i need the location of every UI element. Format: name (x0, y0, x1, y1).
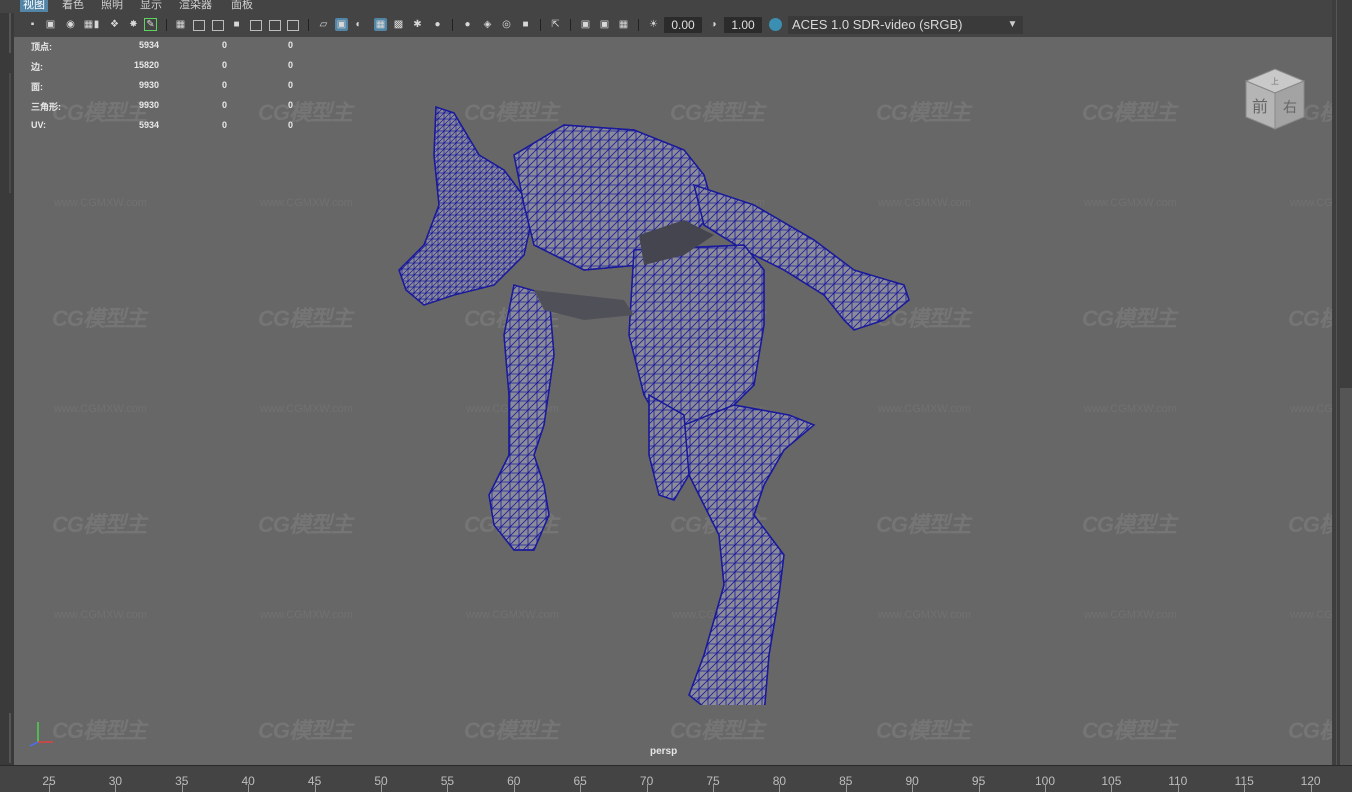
anti-aliasing-icon[interactable]: ◎ (500, 18, 513, 31)
color-space-dropdown[interactable]: ACES 1.0 SDR-video (sRGB) ▼ (788, 16, 1023, 34)
xray-icon[interactable]: ▣ (579, 18, 592, 31)
watermark-url: www.CGMXW.com (1290, 609, 1332, 621)
viewport-toolbar: ▪ ▣ ◉ ▦ ▮ ❖ ✸ ✎ ▦ ■ ▱ ▣ ◐ ▦ ▩ ✱ ● ● ◈ ◎ … (14, 13, 1334, 37)
gamma-field[interactable]: 1.00 (724, 17, 762, 33)
screen-space-ao-icon[interactable]: ● (461, 18, 474, 31)
depth-of-field-icon[interactable]: ■ (519, 18, 532, 31)
camera-select-icon[interactable]: ▪ (26, 18, 39, 31)
time-slider[interactable]: 25 30 35 40 45 50 55 60 65 70 75 80 85 90 95 100 105 110 1… (0, 765, 1352, 792)
gate-mask-icon[interactable]: ■ (230, 18, 243, 31)
watermark-logo: CG模型主 (52, 718, 147, 743)
watermark-url: www.CGMXW.com (1084, 609, 1177, 621)
watermark-logo: CG模型主 (258, 512, 353, 537)
werewolf-mesh-wireframe[interactable] (384, 95, 924, 705)
watermark-logo: CG模型主 (670, 718, 765, 743)
view-cube-top-label: 上 (1271, 77, 1279, 86)
watermark-logo: CG模型主 (52, 306, 147, 331)
watermark-url: www.CGMXW.com (1290, 403, 1332, 415)
resolution-gate-icon[interactable] (212, 20, 224, 31)
right-panel-strip (1332, 0, 1352, 765)
watermark-logo: CG模型主 (1082, 100, 1177, 125)
color-space-label: ACES 1.0 SDR-video (sRGB) (792, 17, 963, 32)
default-material-icon[interactable]: ◐ (352, 18, 365, 31)
watermark-url: www.CGMXW.com (54, 403, 147, 415)
camera-attributes-icon[interactable]: ▣ (44, 18, 57, 31)
view-cube-front-label: 前 (1252, 97, 1268, 116)
watermark-logo: CG模型主 (1288, 512, 1332, 537)
field-chart-icon[interactable] (250, 20, 262, 31)
watermark-url: www.CGMXW.com (260, 609, 353, 621)
watermark-logo: CG模型主 (258, 718, 353, 743)
view-cube[interactable]: 上 前 右 (1240, 65, 1310, 135)
xray-active-components-icon[interactable]: ▣ (598, 18, 611, 31)
chevron-down-icon: ▼ (1007, 19, 1018, 30)
menu-show[interactable]: 显示 (137, 0, 165, 12)
2d-pan-zoom-icon[interactable]: ❖ (108, 18, 121, 31)
3d-viewport[interactable]: CG模型主 CG模型主 CG模型主 CG模型主 CG模型主 CG模型主 CG模型主 CG模型主… (14, 37, 1332, 765)
film-gate-icon[interactable] (193, 20, 205, 31)
watermark-logo: CG模型主 (464, 718, 559, 743)
xray-joints-icon[interactable]: ▦ (617, 18, 630, 31)
wireframe-icon[interactable]: ▱ (317, 18, 330, 31)
textured-icon[interactable]: ▩ (392, 18, 405, 31)
gamma-icon[interactable]: ◑ (707, 18, 720, 31)
watermark-url: www.CGMXW.com (1290, 197, 1332, 209)
watermark-url: www.CGMXW.com (260, 403, 353, 415)
bookmark-icon[interactable]: ▮ (90, 18, 103, 31)
watermark-url: www.CGMXW.com (54, 197, 147, 209)
grease-pencil-icon[interactable]: ✸ (127, 18, 140, 31)
wireframe-on-shaded-icon[interactable]: ▦ (374, 18, 387, 31)
safe-title-icon[interactable] (287, 20, 299, 31)
watermark-logo: CG模型主 (876, 718, 971, 743)
watermark-logo: CG模型主 (1082, 306, 1177, 331)
motion-blur-icon[interactable]: ◈ (481, 18, 494, 31)
shadows-icon[interactable]: ● (431, 18, 444, 31)
lighting-icon[interactable]: ✱ (411, 18, 424, 31)
watermark-logo: CG模型主 (258, 306, 353, 331)
watermark-url: www.CGMXW.com (1084, 197, 1177, 209)
isolate-select-icon[interactable]: ⇱ (549, 18, 562, 31)
smooth-shade-icon[interactable]: ▣ (335, 18, 348, 31)
watermark-logo: CG模型主 (52, 512, 147, 537)
exposure-field[interactable]: 0.00 (664, 17, 702, 33)
menu-renderer[interactable]: 渲染器 (176, 0, 215, 12)
bookmarks-icon[interactable]: ◉ (64, 18, 77, 31)
exposure-icon[interactable]: ☀ (647, 18, 660, 31)
camera-name-label: persp (650, 746, 678, 757)
grid-icon[interactable]: ▦ (174, 18, 187, 31)
watermark-logo: CG模型主 (1288, 718, 1332, 743)
watermark-url: www.CGMXW.com (54, 609, 147, 621)
watermark-url: www.CGMXW.com (1084, 403, 1177, 415)
pencil-icon[interactable]: ✎ (144, 18, 157, 31)
axis-indicator-icon (29, 722, 53, 747)
menu-view[interactable]: 视图 (20, 0, 48, 12)
view-cube-right-label: 右 (1283, 100, 1297, 116)
safe-action-icon[interactable] (269, 20, 281, 31)
menu-lighting[interactable]: 照明 (98, 0, 126, 12)
left-panel-strip (0, 13, 14, 765)
watermark-logo: CG模型主 (1082, 512, 1177, 537)
watermark-url: www.CGMXW.com (260, 197, 353, 209)
watermark-logo: CG模型主 (1082, 718, 1177, 743)
menu-shading[interactable]: 着色 (59, 0, 87, 12)
watermark-logo: CG模型主 (1288, 306, 1332, 331)
viewport-menu-bar: 视图 着色 照明 显示 渲染器 面板 (0, 0, 1352, 13)
menu-panels[interactable]: 面板 (228, 0, 256, 12)
color-management-icon[interactable] (769, 18, 782, 31)
